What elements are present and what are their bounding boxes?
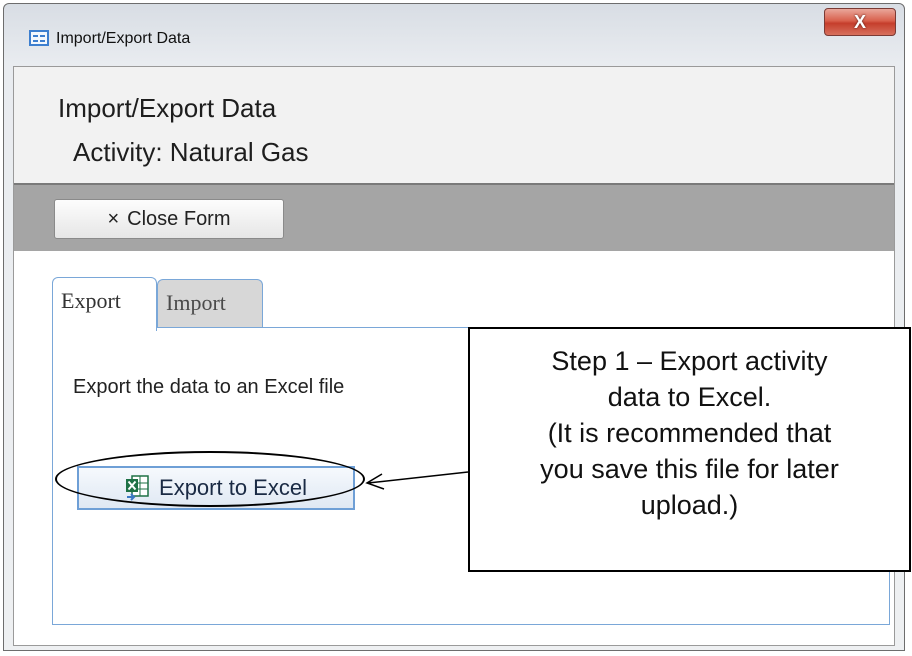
step-callout-box: Step 1 – Export activity data to Excel. … (468, 327, 911, 572)
callout-line: you save this file for later (540, 454, 839, 484)
tab-export[interactable]: Export (52, 277, 157, 331)
callout-line: Step 1 – Export activity (551, 346, 828, 376)
callout-line: data to Excel. (607, 382, 772, 412)
callout-line: upload.) (640, 490, 739, 520)
callout-line: (It is recommended that (547, 418, 832, 448)
